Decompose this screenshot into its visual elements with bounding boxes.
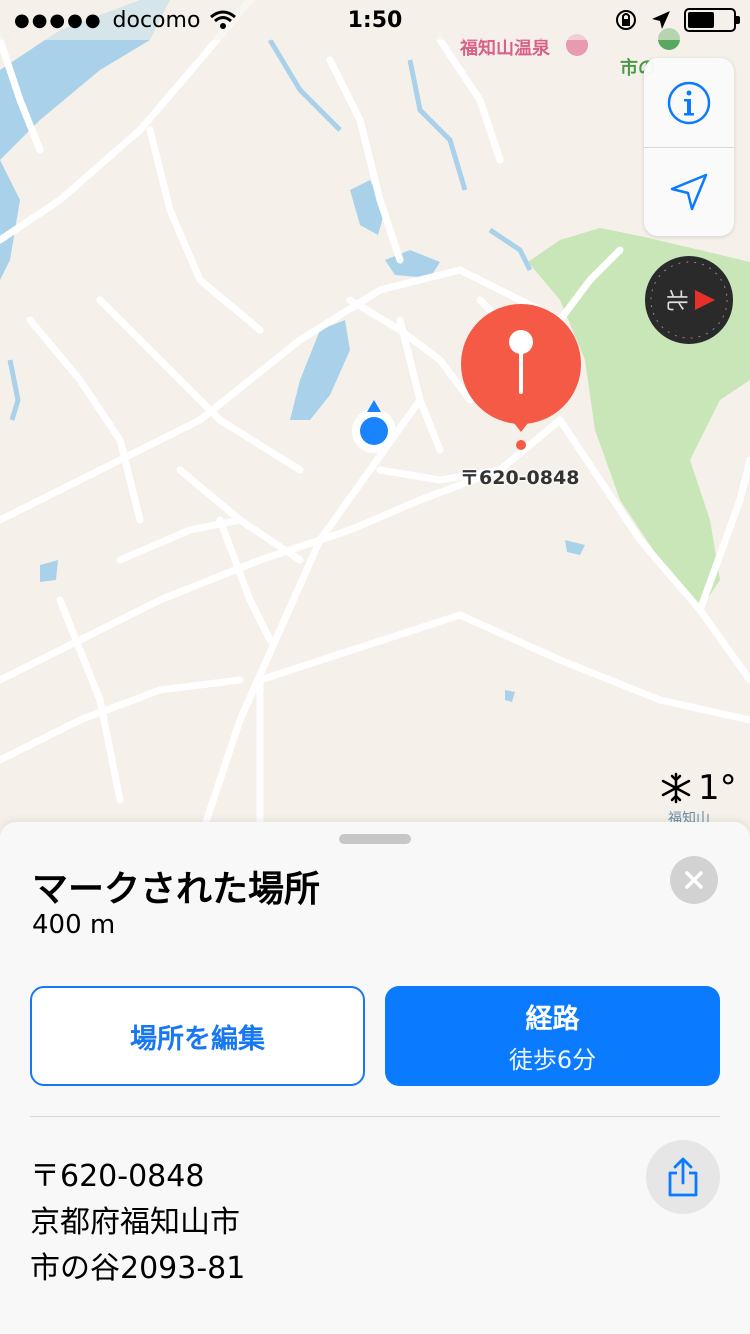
compass-button[interactable]: 北 (645, 256, 733, 344)
address-postal: 〒620-0848 (30, 1159, 205, 1194)
user-heading-arrow (367, 400, 381, 412)
directions-button[interactable]: 経路 徒歩6分 (385, 986, 720, 1086)
snowflake-icon (661, 772, 691, 804)
place-distance: 400 m (32, 910, 116, 940)
address-street: 市の谷2093-81 (30, 1251, 246, 1286)
location-services-icon (652, 11, 670, 29)
status-bar: ●●●●● docomo 1:50 (0, 0, 750, 40)
pond (290, 320, 350, 420)
user-location-dot (360, 417, 388, 445)
close-button[interactable] (670, 856, 718, 904)
weather-indicator: 1° (660, 768, 737, 808)
info-icon (667, 81, 711, 124)
place-title: マークされた場所 (32, 869, 321, 910)
address-block: 〒620-0848 京都府福知山市 市の谷2093-81 (30, 1154, 245, 1292)
battery-icon (684, 8, 740, 32)
directions-label: 経路 (525, 1004, 580, 1035)
card-grabber[interactable] (339, 834, 411, 844)
address-prefecture-city: 京都府福知山市 (30, 1205, 240, 1240)
rotation-lock-icon (616, 10, 636, 30)
map-info-button[interactable] (644, 58, 734, 147)
edit-location-button[interactable]: 場所を編集 (30, 986, 365, 1086)
compass-icon: 北 (650, 261, 728, 339)
location-arrow-icon (670, 173, 708, 211)
divider (30, 1116, 720, 1117)
wifi-icon (210, 10, 237, 29)
temperature: 1° (698, 768, 737, 808)
signal-strength-icon: ●●●●● (14, 9, 103, 31)
close-icon (685, 871, 703, 889)
pin-address-label: 〒620-0848 (460, 467, 580, 489)
carrier-name: docomo (112, 7, 201, 33)
share-button[interactable] (646, 1140, 720, 1214)
map-controls (644, 58, 734, 236)
current-location-button[interactable] (644, 147, 734, 236)
compass-north-label: 北 (663, 289, 688, 311)
place-card: マークされた場所 400 m 場所を編集 経路 徒歩6分 〒620-0848 京… (0, 822, 750, 1334)
directions-walk-time: 徒歩6分 (508, 1046, 597, 1074)
share-icon (668, 1157, 698, 1197)
